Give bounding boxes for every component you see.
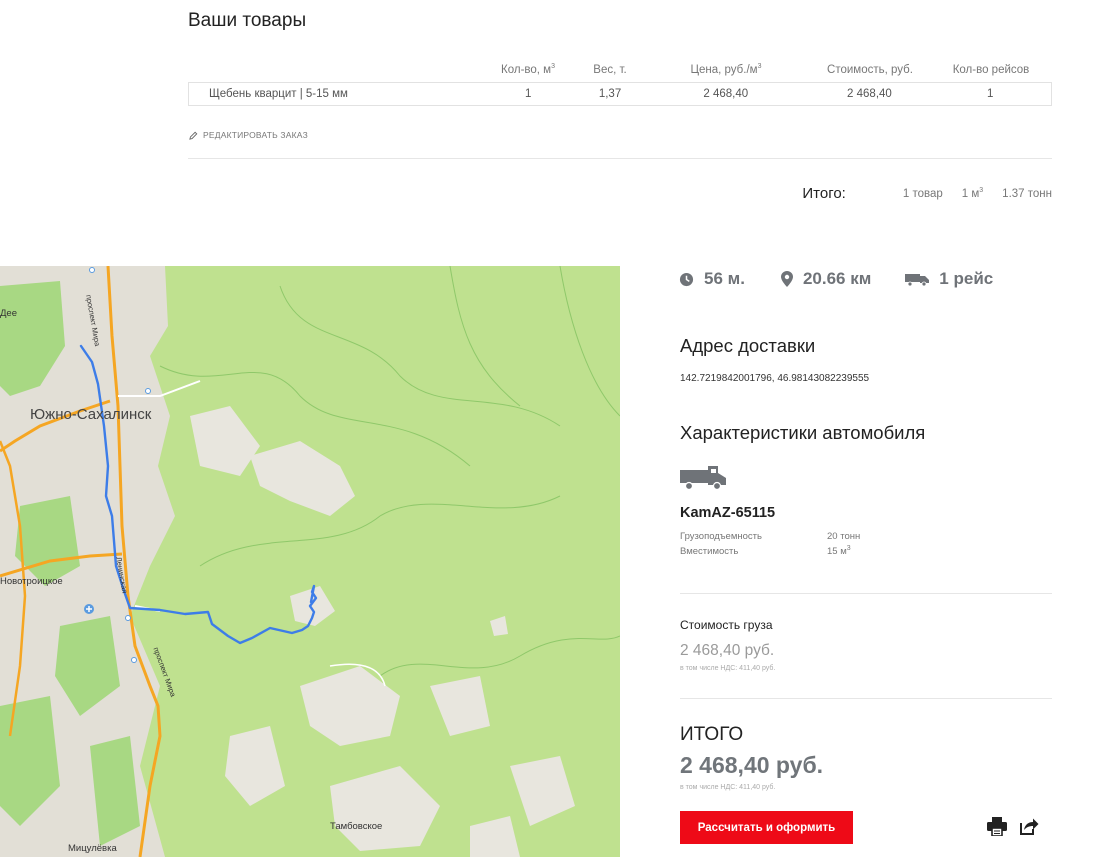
trip-time-value: 56 м. [704,269,745,288]
share-button[interactable] [1019,817,1039,841]
capacity-label: Грузоподъемность [680,531,762,542]
summary-weight: 1.37 тонн [1002,187,1052,200]
col-header-trips: Кол-во рейсов [952,64,1030,76]
goods-table: Кол-во, м3 Вес, т. Цена, руб./м3 Стоимос… [188,58,1052,106]
volume-value: 15 м3 [827,544,851,557]
summary-items: 1 товар [902,187,943,200]
trip-distance-value: 20.66 км [802,269,872,288]
product-qty: 1 [525,88,532,100]
share-icon [1020,818,1039,835]
product-name: Щебень кварцит | 5-15 мм [209,88,348,100]
map-city-label: Южно-Сахалинск [30,406,152,423]
summary-volume: 1 м3 [961,186,984,200]
map-place-label: Новотроицкое [0,576,63,587]
capacity-value: 20 тонн [827,531,861,542]
cost-value: 2 468,40 руб. [680,642,775,659]
edit-order-label: РЕДАКТИРОВАТЬ ЗАКАЗ [203,130,308,140]
vehicle-truck-icon [680,465,726,496]
product-price: 2 468,40 [703,88,749,100]
product-cost: 2 468,40 [847,88,892,100]
map-place-label: Дее [0,308,18,319]
divider [188,158,1052,159]
map-place-label: Мицулёвка [68,843,117,854]
cost-vat: в том числе НДС: 411,40 руб. [680,665,776,672]
col-header-price: Цена, руб./м3 [690,63,762,76]
divider [680,698,1052,699]
truck-icon [905,274,930,286]
vehicle-title: Характеристики автомобиля [680,422,926,443]
product-weight: 1,37 [598,88,622,100]
col-header-cost: Стоимость, руб. [827,64,913,76]
col-header-qty: Кол-во, м3 [501,63,555,76]
cost-label: Стоимость груза [680,618,773,632]
location-pin-icon [780,271,793,287]
summary-label: Итого: [802,185,846,202]
trip-count-value: 1 рейс [939,269,994,288]
map-place-label: Тамбовское [330,821,383,832]
volume-label: Вместимость [680,546,739,557]
trip-count: 1 рейс [905,269,993,289]
vehicle-model: KamAZ-65115 [680,505,776,521]
clock-icon [679,272,694,286]
calculate-and-order-button[interactable]: Рассчитать и оформить [680,811,853,844]
order-summary: Итого: 1 товар 1 м3 1.37 тонн [802,185,1052,202]
address-value: 142.7219842001796, 46.98143082239555 [680,373,870,384]
trip-distance: 20.66 км [780,269,872,289]
trip-stats: 56 м. 20.66 км 1 рейс [679,268,993,290]
goods-table-header: Кол-во, м3 Вес, т. Цена, руб./м3 Стоимос… [188,58,1052,82]
route-map[interactable]: Южно-Сахалинск Новотроицкое Тамбовское М… [0,266,620,857]
map-canvas[interactable] [0,266,620,857]
total-vat: в том числе НДС: 411,40 руб. [680,784,776,791]
total-value: 2 468,40 руб. [680,752,824,778]
goods-title: Ваши товары [188,10,307,31]
total-label: ИТОГО [680,724,744,745]
divider [680,593,1052,594]
pencil-icon [189,131,198,140]
edit-order-link[interactable]: РЕДАКТИРОВАТЬ ЗАКАЗ [189,130,308,140]
address-title: Адрес доставки [680,335,816,356]
col-header-weight: Вес, т. [593,64,627,76]
printer-icon [987,817,1007,837]
table-row: Щебень кварцит | 5-15 мм 1 1,37 2 468,40… [188,82,1052,106]
print-button[interactable] [987,817,1007,841]
product-trips: 1 [986,88,994,100]
trip-time: 56 м. [679,269,745,289]
